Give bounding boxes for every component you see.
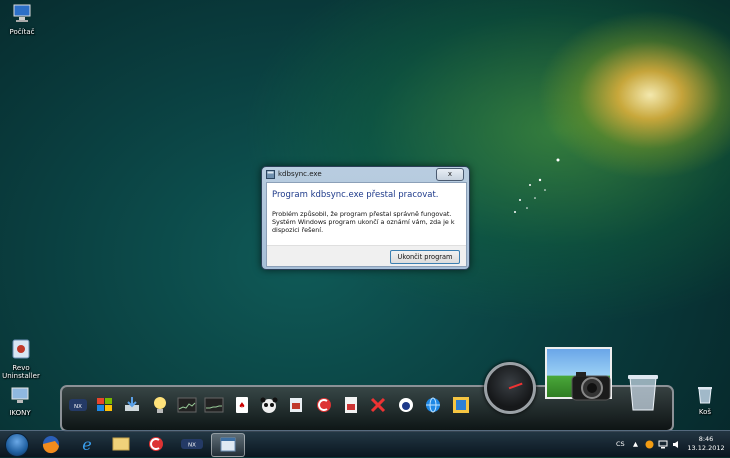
camera-icon[interactable]: [570, 368, 612, 404]
desktop-icon-label: Koš: [698, 408, 712, 416]
clock-date: 13.12.2012: [687, 444, 725, 452]
pdf-tool-icon[interactable]: [341, 395, 361, 415]
close-program-button[interactable]: Ukončit program: [390, 250, 460, 264]
dialog-content: Program kdbsync.exe přestal pracovat. Pr…: [266, 182, 467, 267]
recycle-bin-icon: [698, 387, 712, 404]
panda-icon[interactable]: [259, 395, 279, 415]
windows-start-icon[interactable]: [5, 433, 29, 457]
desktop-icon-label: IKONY: [9, 409, 31, 417]
clock-time: 8:46: [698, 435, 714, 443]
lightbulb-icon[interactable]: [150, 395, 170, 415]
solitaire-icon[interactable]: ♠: [232, 395, 252, 415]
close-button[interactable]: x: [436, 168, 464, 181]
explorer-folder-icon[interactable]: [106, 433, 136, 455]
ccleaner-icon[interactable]: [314, 395, 334, 415]
dialog-title: kdbsync.exe: [278, 170, 322, 178]
desktop-icon-revo-uninstaller[interactable]: Revo Uninstaller: [0, 338, 51, 380]
error-message: Problém způsobil, že program přestal spr…: [272, 210, 455, 234]
sparkles-decoration: [514, 158, 560, 213]
tray-app-icon[interactable]: [645, 440, 654, 449]
clock[interactable]: 8:46 13.12.2012: [686, 435, 726, 453]
svg-text:NX: NX: [74, 404, 82, 410]
error-heading: Program kdbsync.exe přestal pracovat.: [272, 190, 439, 200]
application-icon: [266, 170, 275, 179]
cpu-meter-icon[interactable]: [177, 395, 197, 415]
folder-monitor-icon: [11, 387, 29, 403]
svg-text:♠: ♠: [238, 401, 245, 410]
nexus-icon[interactable]: NX: [177, 433, 207, 455]
firefox-icon[interactable]: [36, 433, 66, 455]
active-window-icon[interactable]: [211, 433, 245, 457]
internet-icon[interactable]: [423, 395, 443, 415]
svg-text:NX: NX: [188, 443, 196, 449]
error-dialog: kdbsync.exe x Program kdbsync.exe přesta…: [261, 166, 470, 270]
windows-logo-icon[interactable]: [95, 395, 115, 415]
nexus-icon[interactable]: NX: [68, 395, 88, 415]
desktop-icon-label: Revo Uninstaller: [2, 364, 40, 380]
ccleaner-icon[interactable]: [141, 433, 171, 455]
show-hidden-icons-icon[interactable]: ▲: [633, 440, 638, 448]
desktop-icon-computer[interactable]: Počítač: [0, 4, 52, 36]
desktop-icon-label: Počítač: [9, 28, 35, 36]
tools-icon[interactable]: [286, 395, 306, 415]
revo-uninstaller-icon: [12, 339, 30, 359]
svg-text:e: e: [82, 435, 91, 454]
taskbar: e NX CS ▲ 8:46 13.12.2012: [0, 430, 730, 457]
memory-meter-icon[interactable]: [204, 395, 224, 415]
remove-icon[interactable]: [368, 395, 388, 415]
downloads-icon[interactable]: [122, 395, 142, 415]
recycle-bin-icon[interactable]: [626, 372, 660, 412]
internet-explorer-icon[interactable]: e: [72, 433, 102, 455]
computer-icon: [13, 4, 31, 22]
dialog-footer: Ukončit program: [267, 245, 466, 266]
tor-icon[interactable]: [396, 395, 416, 415]
language-indicator[interactable]: CS: [616, 440, 625, 448]
desktop-icon-recycle-bin[interactable]: Koš: [675, 386, 730, 416]
volume-icon[interactable]: [672, 440, 682, 449]
network-icon[interactable]: [658, 440, 668, 449]
screen-icon[interactable]: [451, 395, 471, 415]
clock-gauge-icon[interactable]: [484, 362, 536, 414]
gauge-needle: [508, 382, 523, 390]
desktop-icon-ikony[interactable]: IKONY: [0, 387, 50, 417]
